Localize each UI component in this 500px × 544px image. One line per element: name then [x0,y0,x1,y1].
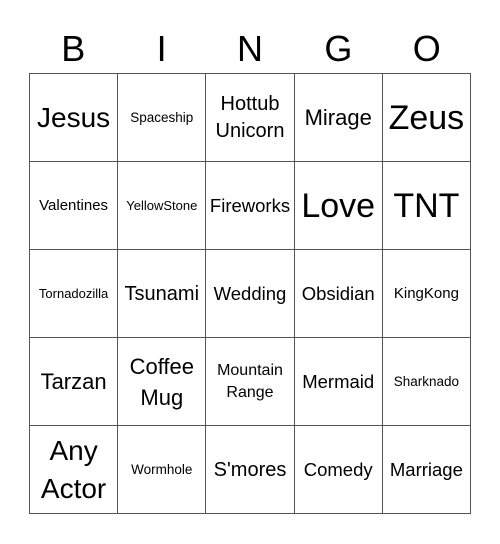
cell-text: KingKong [393,284,459,302]
bingo-cell[interactable]: Coffee Mug [118,338,207,426]
bingo-cell[interactable]: Mermaid [294,338,383,426]
bingo-cell[interactable]: Love [294,162,383,250]
cell-text: Tarzan [40,369,107,394]
cell-text: Comedy [303,458,373,480]
cell-text: S'mores [213,458,287,481]
bingo-cell[interactable]: Obsidian [294,250,383,338]
bingo-cell[interactable]: Mountain Range [206,338,295,426]
cell-text: Any Actor [40,434,107,504]
bingo-cell[interactable]: Marriage [382,426,471,514]
cell-text: Tsunami [124,282,200,305]
header-letter-g: G [324,28,353,69]
cell-text: Tornadozilla [38,285,109,301]
cell-text: Mermaid [302,370,375,392]
bingo-cell[interactable]: Sharknado [382,338,471,426]
bingo-grid: Jesus Spaceship Hottub Unicorn Mirage Ze… [29,73,471,514]
cell-text: Zeus [388,98,465,137]
bingo-cell[interactable]: Spaceship [118,74,207,162]
bingo-cell[interactable]: Fireworks [206,162,295,250]
cell-text: Love [301,186,376,225]
bingo-cell[interactable]: Wormhole [118,426,207,514]
bingo-cell[interactable]: TNT [382,162,471,250]
header-letter-n: N [236,28,263,69]
bingo-cell[interactable]: Comedy [294,426,383,514]
bingo-cell[interactable]: YellowStone [118,162,207,250]
bingo-cell[interactable]: KingKong [382,250,471,338]
cell-text: Valentines [39,196,109,214]
header-letter-i: I [156,28,167,69]
cell-text: Jesus [37,101,111,133]
cell-text: Mirage [304,105,372,130]
cell-text: Sharknado [393,374,460,389]
cell-text: Wedding [213,282,287,304]
header-letter-b: B [61,28,86,69]
bingo-cell[interactable]: Wedding [206,250,295,338]
bingo-cell[interactable]: Jesus [30,74,119,162]
bingo-cell[interactable]: Zeus [382,74,471,162]
bingo-cell[interactable]: Tsunami [118,250,207,338]
cell-text: Marriage [389,458,463,480]
cell-text: Spaceship [130,110,194,125]
header-letter-o: O [412,28,441,69]
bingo-cell[interactable]: S'mores [206,426,295,514]
bingo-cell[interactable]: Tornadozilla [30,250,119,338]
cell-text: Coffee Mug [129,353,194,410]
cell-text: Fireworks [209,194,291,216]
cell-text: Wormhole [131,462,193,477]
cell-text: Obsidian [301,282,375,304]
cell-text: Hottub Unicorn [215,92,285,142]
bingo-cell[interactable]: Mirage [294,74,383,162]
bingo-header: B I N G O [29,26,471,72]
cell-text: Mountain Range [217,361,283,401]
bingo-cell[interactable]: Hottub Unicorn [206,74,295,162]
bingo-cell[interactable]: Tarzan [30,338,119,426]
cell-text: TNT [393,186,460,225]
cell-text: YellowStone [126,197,198,213]
bingo-cell[interactable]: Valentines [30,162,119,250]
bingo-cell[interactable]: Any Actor [30,426,119,514]
